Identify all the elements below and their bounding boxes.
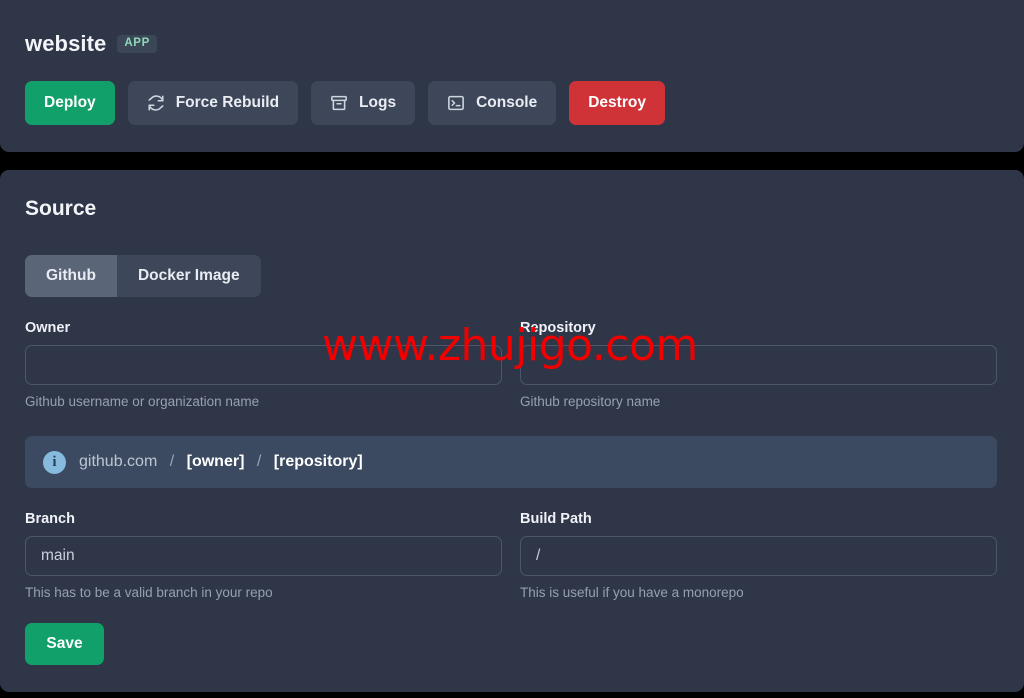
source-panel: Source Github Docker Image Owner Github … [0,170,1024,692]
branch-field-help: This has to be a valid branch in your re… [25,585,273,600]
breadcrumb-separator-1: / [169,453,175,470]
info-icon: i [43,450,66,474]
header-action-buttons: Deploy Force Rebuild Logs Console Destro… [25,81,665,125]
deploy-button[interactable]: Deploy [25,81,115,125]
logs-button[interactable]: Logs [311,81,416,125]
app-root: website APP Deploy Force Rebuild Logs Co… [0,0,1024,698]
terminal-icon [447,94,465,112]
owner-field-label: Owner [25,320,71,336]
tab-github[interactable]: Github [25,255,117,297]
app-title-row: website APP [25,28,665,60]
logs-button-label: Logs [359,94,397,111]
destroy-button[interactable]: Destroy [569,81,665,125]
source-type-tabs: Github Docker Image [25,255,261,297]
tab-docker-image-label: Docker Image [137,267,240,284]
deploy-button-label: Deploy [44,94,96,111]
breadcrumb-owner: [owner] [186,453,245,470]
owner-input[interactable] [25,345,502,385]
branch-field-label: Branch [25,511,75,527]
app-type-badge: APP [117,35,157,53]
app-header-panel: website APP Deploy Force Rebuild Logs Co… [0,0,1024,152]
build-path-field-help: This is useful if you have a monorepo [520,585,744,600]
destroy-button-label: Destroy [588,94,646,111]
save-button[interactable]: Save [25,623,104,665]
breadcrumb-repository: [repository] [273,453,363,470]
repository-field-label: Repository [520,320,596,336]
build-path-input[interactable] [520,536,997,576]
tab-github-label: Github [46,267,96,284]
save-button-label: Save [46,635,83,652]
build-path-field-label: Build Path [520,511,592,527]
console-button-label: Console [476,94,538,111]
archive-icon [330,94,348,112]
breadcrumb-separator-2: / [256,453,262,470]
breadcrumb-host: github.com [79,453,158,470]
page-title: website [25,31,107,56]
header-content: website APP Deploy Force Rebuild Logs Co… [25,28,665,125]
refresh-icon [147,94,165,112]
source-section-title: Source [25,197,97,220]
force-rebuild-button[interactable]: Force Rebuild [127,81,299,125]
force-rebuild-button-label: Force Rebuild [175,94,280,111]
console-button[interactable]: Console [428,81,557,125]
repository-input[interactable] [520,345,997,385]
repository-url-preview: i github.com / [owner] / [repository] [25,436,997,488]
owner-field-help: Github username or organization name [25,394,260,409]
repository-url-breadcrumb: github.com / [owner] / [repository] [79,453,363,471]
branch-input[interactable] [25,536,502,576]
tab-docker-image[interactable]: Docker Image [116,255,261,297]
repository-field-help: Github repository name [520,394,661,409]
